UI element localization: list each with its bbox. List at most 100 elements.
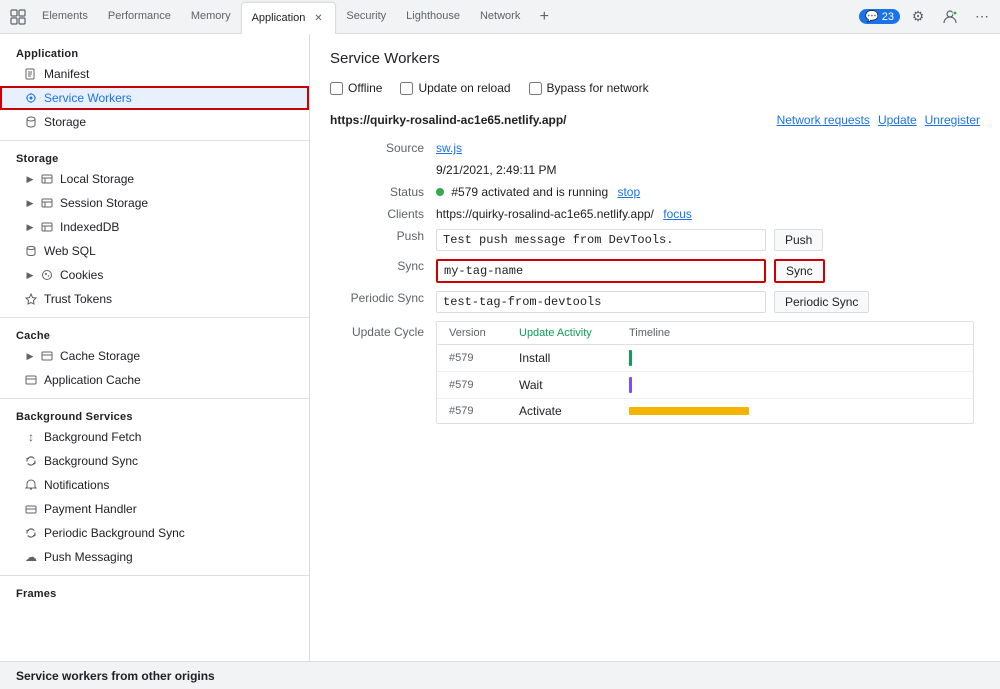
sidebar-item-session-storage[interactable]: ▶ Session Storage <box>0 191 309 215</box>
clients-row: Clients https://quirky-rosalind-ac1e65.n… <box>330 203 980 225</box>
tab-close-application[interactable]: ✕ <box>311 11 325 25</box>
focus-link[interactable]: focus <box>663 207 692 221</box>
sidebar-item-indexeddb[interactable]: ▶ IndexedDB <box>0 215 309 239</box>
sidebar-item-cache-storage-label: Cache Storage <box>60 349 140 363</box>
main-layout: Application Manifest Service Workers Sto… <box>0 34 1000 661</box>
detail-table: Source sw.js 9/21/2021, 2:49:11 PM Statu… <box>330 137 980 428</box>
push-button[interactable]: Push <box>774 229 823 251</box>
options-row: Offline Update on reload Bypass for netw… <box>330 81 980 95</box>
sidebar-item-background-sync[interactable]: Background Sync <box>0 449 309 473</box>
local-storage-icon <box>40 173 54 185</box>
status-label: Status <box>330 181 430 203</box>
update-on-reload-checkbox-label[interactable]: Update on reload <box>400 81 510 95</box>
sidebar-item-periodic-background-sync[interactable]: Periodic Background Sync <box>0 521 309 545</box>
update-cycle-cell: Version Update Activity Timeline #579 In… <box>430 317 980 428</box>
settings-button[interactable]: ⚙ <box>904 3 932 31</box>
uc-timeline-wait <box>625 374 965 396</box>
sidebar-item-cookies-label: Cookies <box>60 268 103 282</box>
uc-activity-wait: Wait <box>515 375 625 395</box>
tab-lighthouse[interactable]: Lighthouse <box>396 0 470 34</box>
sidebar-item-application-cache[interactable]: Application Cache <box>0 368 309 392</box>
sidebar-item-local-storage[interactable]: ▶ Local Storage <box>0 167 309 191</box>
sidebar-item-web-sql[interactable]: Web SQL <box>0 239 309 263</box>
sidebar-item-notifications-label: Notifications <box>44 478 109 492</box>
sidebar-item-notifications[interactable]: Notifications <box>0 473 309 497</box>
sidebar-item-manifest[interactable]: Manifest <box>0 62 309 86</box>
offline-checkbox-label[interactable]: Offline <box>330 81 382 95</box>
tab-performance[interactable]: Performance <box>98 0 181 34</box>
bottom-bar-text: Service workers from other origins <box>16 669 215 683</box>
uc-timeline-install <box>625 347 965 369</box>
expand-cache-storage[interactable]: ▶ <box>24 350 36 362</box>
divider-2 <box>0 317 309 318</box>
clients-url: https://quirky-rosalind-ac1e65.netlify.a… <box>436 207 654 221</box>
sidebar-item-background-fetch-label: Background Fetch <box>44 430 141 444</box>
web-sql-icon <box>24 245 38 257</box>
bypass-for-network-checkbox-label[interactable]: Bypass for network <box>529 81 649 95</box>
received-value: 9/21/2021, 2:49:11 PM <box>430 159 980 181</box>
sync-label: Sync <box>330 255 430 287</box>
add-tab-button[interactable]: + <box>530 3 558 31</box>
tab-memory[interactable]: Memory <box>181 0 241 34</box>
sidebar-item-cookies[interactable]: ▶ Cookies <box>0 263 309 287</box>
uc-version-activate: #579 <box>445 402 515 420</box>
periodic-sync-cell: Periodic Sync <box>430 287 980 317</box>
bypass-for-network-checkbox[interactable] <box>529 82 542 95</box>
sidebar-item-service-workers[interactable]: Service Workers <box>0 86 309 110</box>
clients-label: Clients <box>330 203 430 225</box>
stop-link[interactable]: stop <box>617 185 640 199</box>
cache-storage-icon <box>40 350 54 362</box>
uc-header: Version Update Activity Timeline <box>437 322 973 345</box>
bypass-for-network-label: Bypass for network <box>547 81 649 95</box>
more-button[interactable]: ⋯ <box>968 3 996 31</box>
periodic-sync-button[interactable]: Periodic Sync <box>774 291 869 313</box>
expand-cookies[interactable]: ▶ <box>24 269 36 281</box>
tab-bar: Elements Performance Memory Application … <box>0 0 1000 34</box>
issues-badge[interactable]: 💬 23 <box>859 9 900 24</box>
tab-list: Elements Performance Memory Application … <box>4 0 558 34</box>
sync-input[interactable] <box>436 259 766 283</box>
update-cycle-row: Update Cycle Version Update Activity Tim… <box>330 317 980 428</box>
source-label: Source <box>330 137 430 159</box>
tab-security[interactable]: Security <box>336 0 396 34</box>
sidebar-item-storage[interactable]: Storage <box>0 110 309 134</box>
sw-actions: Network requests Update Unregister <box>777 113 980 127</box>
expand-indexeddb[interactable]: ▶ <box>24 221 36 233</box>
tab-elements[interactable]: Elements <box>32 0 98 34</box>
devtools-icon[interactable] <box>4 3 32 31</box>
update-on-reload-checkbox[interactable] <box>400 82 413 95</box>
uc-row-activate: #579 Activate <box>437 399 973 423</box>
push-input[interactable] <box>436 229 766 251</box>
sidebar-item-payment-handler[interactable]: Payment Handler <box>0 497 309 521</box>
sw-entry: https://quirky-rosalind-ac1e65.netlify.a… <box>330 113 980 428</box>
tab-network[interactable]: Network <box>470 0 530 34</box>
sidebar-item-cache-storage[interactable]: ▶ Cache Storage <box>0 344 309 368</box>
sidebar-section-bg-services: Background Services <box>0 405 309 425</box>
sync-button[interactable]: Sync <box>774 259 825 283</box>
network-requests-link[interactable]: Network requests <box>777 113 870 127</box>
sidebar-item-background-fetch[interactable]: ↕ Background Fetch <box>0 425 309 449</box>
offline-checkbox[interactable] <box>330 82 343 95</box>
sidebar-section-cache: Cache <box>0 324 309 344</box>
expand-session-storage[interactable]: ▶ <box>24 197 36 209</box>
cookies-icon <box>40 269 54 281</box>
uc-version-wait: #579 <box>445 376 515 394</box>
push-messaging-icon: ☁ <box>24 550 38 564</box>
sidebar-item-background-sync-label: Background Sync <box>44 454 138 468</box>
divider-bottom <box>0 575 309 576</box>
tab-application[interactable]: Application ✕ <box>241 2 337 34</box>
people-button[interactable] <box>936 3 964 31</box>
source-value-cell: sw.js <box>430 137 980 159</box>
source-link[interactable]: sw.js <box>436 141 462 155</box>
sidebar-item-trust-tokens[interactable]: Trust Tokens <box>0 287 309 311</box>
sidebar-item-payment-handler-label: Payment Handler <box>44 502 137 516</box>
push-label: Push <box>330 225 430 255</box>
expand-local-storage[interactable]: ▶ <box>24 173 36 185</box>
offline-label: Offline <box>348 81 382 95</box>
sidebar-item-push-messaging[interactable]: ☁ Push Messaging <box>0 545 309 569</box>
periodic-sync-input[interactable] <box>436 291 766 313</box>
received-label <box>330 159 430 181</box>
update-link[interactable]: Update <box>878 113 917 127</box>
unregister-link[interactable]: Unregister <box>925 113 980 127</box>
uc-row-install: #579 Install <box>437 345 973 372</box>
